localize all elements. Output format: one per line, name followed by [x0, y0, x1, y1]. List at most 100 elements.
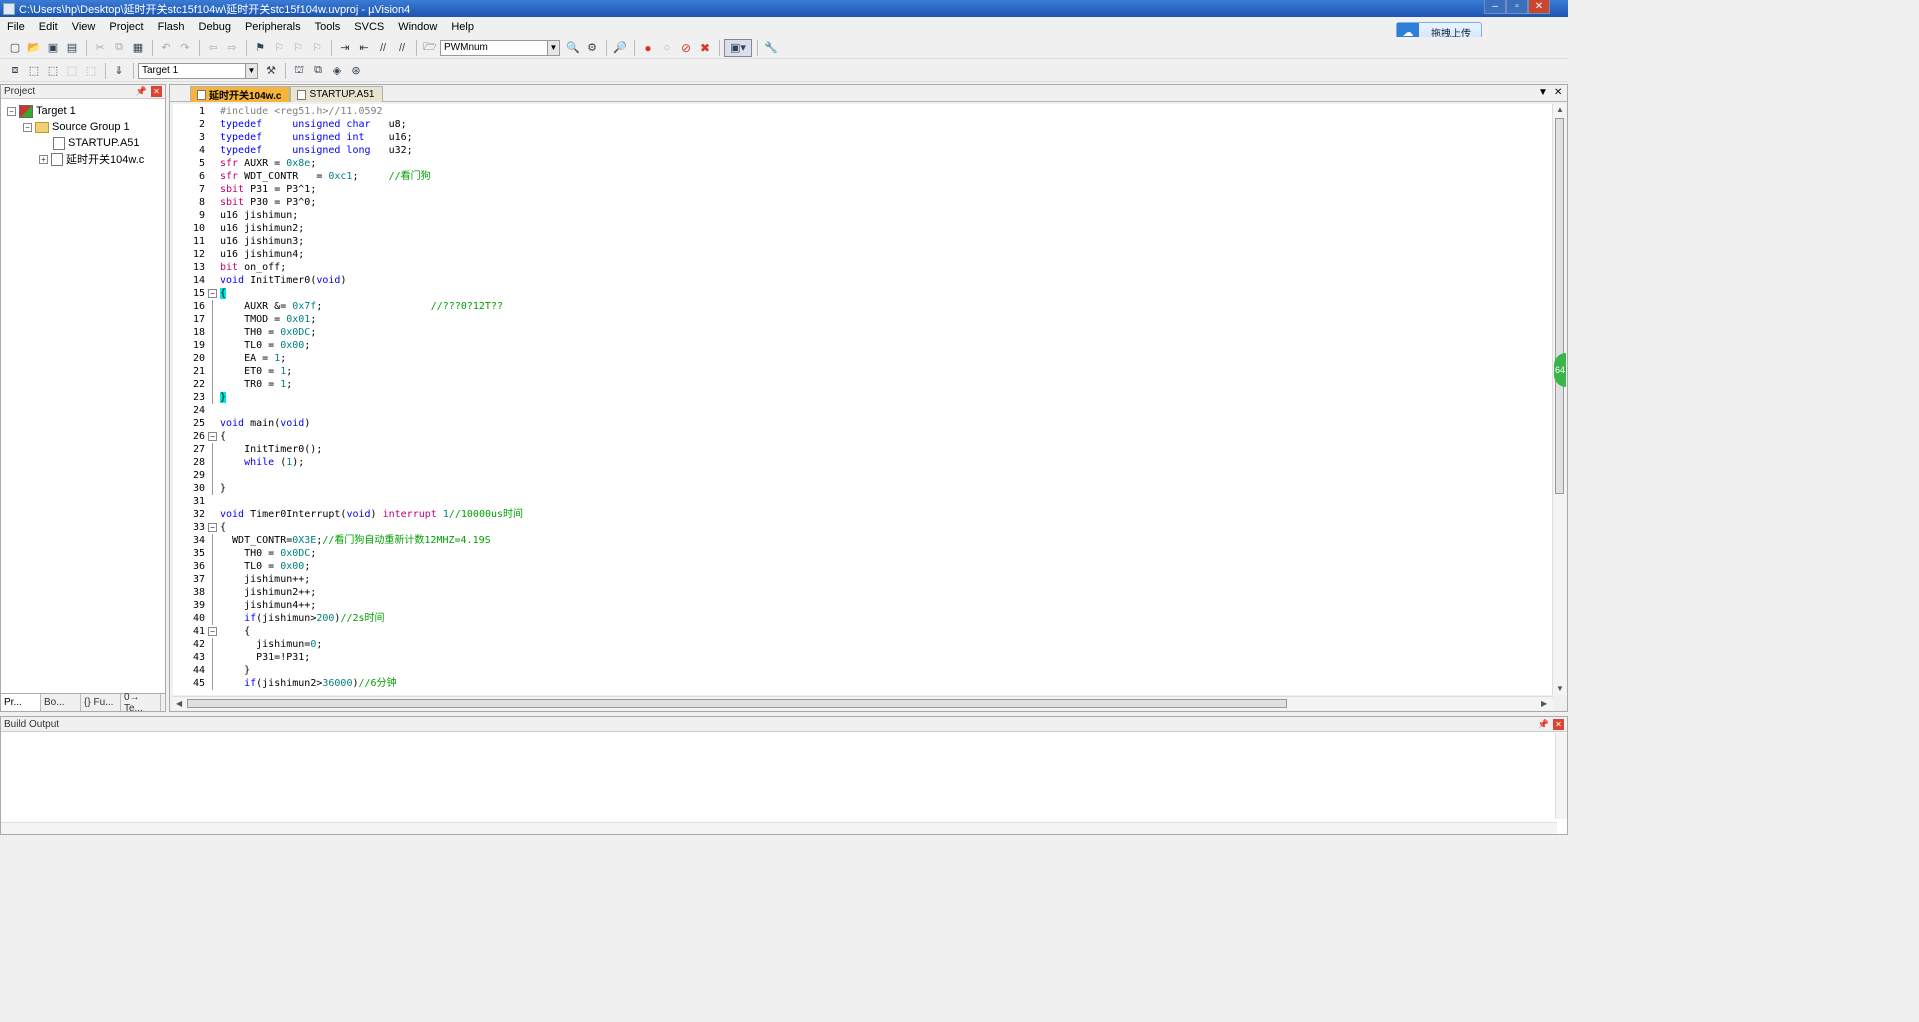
close-icon[interactable]: ✕ [151, 86, 162, 97]
code-line[interactable]: 18 TH0 = 0x0DC; [173, 326, 1553, 339]
code-line[interactable]: 41− { [173, 625, 1553, 638]
tab-functions[interactable]: {} Fu... [81, 694, 121, 711]
code-line[interactable]: 4 typedef unsigned long u32; [173, 144, 1553, 157]
nav-back-icon[interactable]: ⇦ [204, 39, 222, 57]
debug-session-icon[interactable]: 🔎 [611, 39, 629, 57]
save-all-icon[interactable]: ▤ [63, 39, 81, 57]
tab-main-c[interactable]: 延时开关104w.c [190, 86, 291, 102]
tree-item-main-c[interactable]: + 延时开关104w.c [39, 151, 144, 167]
unindent-icon[interactable]: ⇤ [355, 39, 373, 57]
code-line[interactable]: 42 jishimun=0; [173, 638, 1553, 651]
undo-icon[interactable]: ↶ [157, 39, 175, 57]
horizontal-scrollbar[interactable]: ◀ ▶ [173, 696, 1553, 710]
code-line[interactable]: 14 void InitTimer0(void) [173, 274, 1553, 287]
save-icon[interactable]: ▣ [44, 39, 62, 57]
code-line[interactable]: 34 WDT_CONTR=0X3E;//看门狗自动重新计数12MHZ=4.19S [173, 534, 1553, 547]
incremental-find-icon[interactable]: ⚙ [583, 39, 601, 57]
vertical-scrollbar[interactable]: ▲ ▼ [1552, 104, 1566, 695]
cut-icon[interactable]: ✂ [91, 39, 109, 57]
code-line[interactable]: 17 TMOD = 0x01; [173, 313, 1553, 326]
code-line[interactable]: 43 P31=!P31; [173, 651, 1553, 664]
code-line[interactable]: 23} [173, 391, 1553, 404]
code-line[interactable]: 20 EA = 1; [173, 352, 1553, 365]
code-line[interactable]: 8 sbit P30 = P3^0; [173, 196, 1553, 209]
minimize-button[interactable]: – [1484, 0, 1506, 14]
code-line[interactable]: 2 typedef unsigned char u8; [173, 118, 1553, 131]
fold-toggle-icon[interactable]: − [208, 523, 217, 532]
copy-icon[interactable]: ⧉ [110, 39, 128, 57]
code-line[interactable]: 40 if(jishimun>200)//2s时间 [173, 612, 1553, 625]
collapse-icon[interactable]: − [23, 122, 32, 132]
floating-badge[interactable]: 64 [1554, 353, 1566, 387]
chevron-down-icon[interactable]: ▼ [245, 63, 257, 78]
find-icon[interactable]: 🔍 [564, 39, 582, 57]
scroll-down-icon[interactable]: ▼ [1556, 684, 1564, 693]
translate-icon[interactable]: ⧈ [6, 62, 24, 80]
bookmark-icon[interactable]: ⚑ [251, 39, 269, 57]
batch-build-icon[interactable]: ⬚ [63, 62, 81, 80]
kill-breakpoints-icon[interactable]: ✖ [696, 39, 714, 57]
menu-edit[interactable]: Edit [32, 21, 65, 33]
find-in-files-icon[interactable]: 🗁 [421, 39, 439, 57]
menu-view[interactable]: View [65, 21, 103, 33]
disable-breakpoints-icon[interactable]: ⊘ [677, 39, 695, 57]
find-combo[interactable]: PWMnum ▼ [440, 39, 560, 56]
code-line[interactable]: 21 ET0 = 1; [173, 365, 1553, 378]
menu-tools[interactable]: Tools [308, 21, 348, 33]
new-file-icon[interactable]: ▢ [6, 39, 24, 57]
chevron-down-icon[interactable]: ▼ [547, 40, 559, 55]
code-line[interactable]: 35 TH0 = 0x0DC; [173, 547, 1553, 560]
code-line[interactable]: 11 u16 jishimun3; [173, 235, 1553, 248]
scroll-up-icon[interactable]: ▲ [1556, 105, 1564, 114]
scroll-left-icon[interactable]: ◀ [176, 699, 182, 708]
next-bookmark-icon[interactable]: ⚐ [289, 39, 307, 57]
code-line[interactable]: 31 [173, 495, 1553, 508]
code-line[interactable]: 10 u16 jishimun2; [173, 222, 1553, 235]
build-icon[interactable]: ⬚ [25, 62, 43, 80]
manage-components-icon[interactable]: ⛫ [290, 62, 308, 80]
scroll-right-icon[interactable]: ▶ [1541, 699, 1547, 708]
code-line[interactable]: 24 [173, 404, 1553, 417]
maximize-button[interactable]: ▫ [1506, 0, 1528, 14]
horizontal-scrollbar[interactable] [1, 822, 1557, 834]
tab-list-icon[interactable]: ▼ [1538, 87, 1548, 98]
redo-icon[interactable]: ↷ [176, 39, 194, 57]
code-line[interactable]: 16 AUXR &= 0x7f; //???0?12T?? [173, 300, 1553, 313]
code-line[interactable]: 6 sfr WDT_CONTR = 0xc1; //看门狗 [173, 170, 1553, 183]
tab-books[interactable]: Bo... [41, 694, 81, 711]
tree-item-source-group[interactable]: − Source Group 1 [23, 119, 130, 135]
code-line[interactable]: 13 bit on_off; [173, 261, 1553, 274]
insert-breakpoint-icon[interactable]: ● [639, 39, 657, 57]
open-folder-icon[interactable]: 📂 [25, 39, 43, 57]
uncomment-icon[interactable]: // [393, 39, 411, 57]
scroll-thumb[interactable] [187, 699, 1287, 708]
indent-icon[interactable]: ⇥ [336, 39, 354, 57]
menu-help[interactable]: Help [444, 21, 481, 33]
menu-svcs[interactable]: SVCS [347, 21, 391, 33]
target-combo[interactable]: Target 1 ▼ [138, 62, 258, 79]
menu-file[interactable]: File [0, 21, 32, 33]
scroll-thumb[interactable] [1555, 118, 1564, 494]
code-line[interactable]: 44 } [173, 664, 1553, 677]
code-line[interactable]: 19 TL0 = 0x00; [173, 339, 1553, 352]
code-line[interactable]: 37 jishimun++; [173, 573, 1553, 586]
close-window-button[interactable]: ✕ [1528, 0, 1550, 14]
download-icon[interactable]: ⇓ [110, 62, 128, 80]
tree-item-target[interactable]: − Target 1 [7, 103, 76, 119]
target-options-icon[interactable]: ⚒ [262, 62, 280, 80]
nav-forward-icon[interactable]: ⇨ [223, 39, 241, 57]
select-packs-icon[interactable]: ◈ [328, 62, 346, 80]
close-icon[interactable]: ✕ [1553, 718, 1564, 730]
vertical-scrollbar[interactable] [1555, 733, 1567, 819]
menu-peripherals[interactable]: Peripherals [238, 21, 308, 33]
fold-toggle-icon[interactable]: − [208, 289, 217, 298]
code-line[interactable]: 3 typedef unsigned int u16; [173, 131, 1553, 144]
prev-bookmark-icon[interactable]: ⚐ [270, 39, 288, 57]
code-editor[interactable]: 1 #include <reg51.h>//11.0592 2 typedef uns… [173, 104, 1553, 695]
fold-toggle-icon[interactable]: − [208, 432, 217, 441]
menu-window[interactable]: Window [391, 21, 444, 33]
menu-debug[interactable]: Debug [192, 21, 238, 33]
window-layout-icon[interactable]: ▣▾ [724, 38, 752, 57]
code-line[interactable]: 29 [173, 469, 1553, 482]
code-line[interactable]: 36 TL0 = 0x00; [173, 560, 1553, 573]
